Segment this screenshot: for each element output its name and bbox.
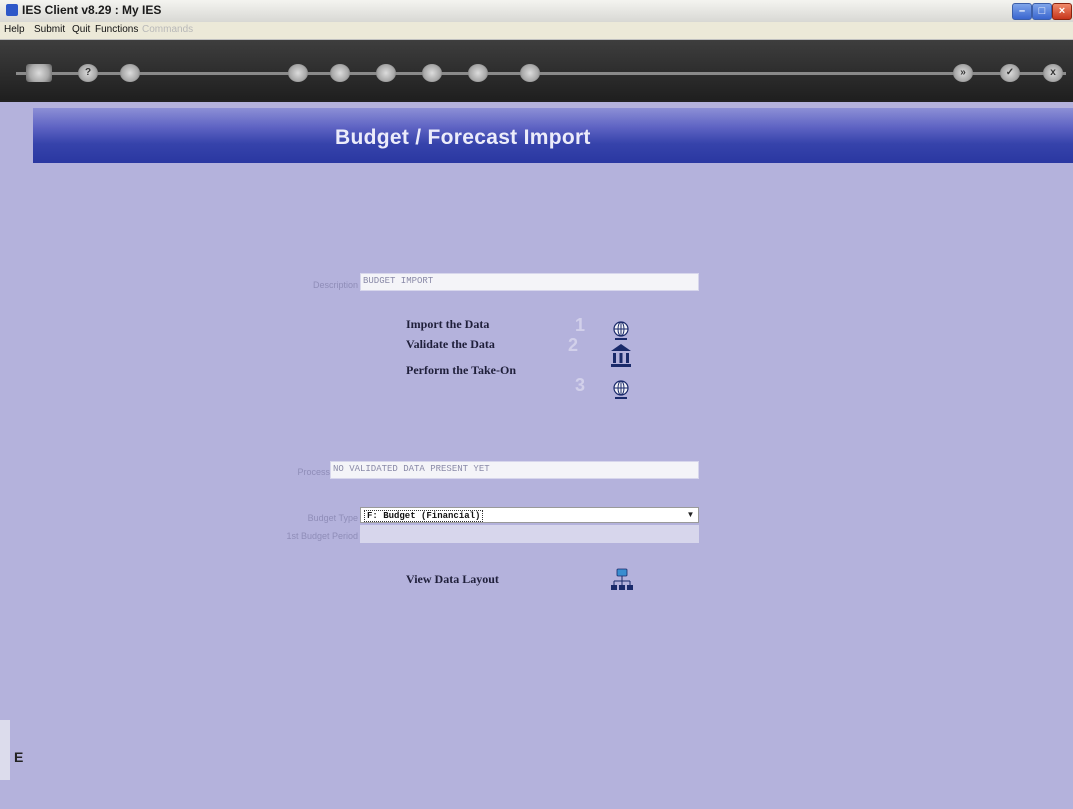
maximize-button[interactable]: □: [1032, 3, 1052, 20]
budget-type-value: F: Budget (Financial): [364, 510, 484, 522]
key-icon[interactable]: [26, 64, 52, 82]
toolbar-rail: [16, 72, 1066, 75]
first-period-label: 1st Budget Period: [286, 531, 358, 541]
window-title: IES Client v8.29 : My IES: [22, 3, 162, 17]
footer-glyph: E: [14, 749, 24, 765]
title-bar: IES Client v8.29 : My IES – □ ×: [0, 0, 1073, 23]
skip-icon[interactable]: »: [953, 64, 973, 82]
up-icon[interactable]: [468, 64, 488, 82]
accept-icon[interactable]: ✓: [1000, 64, 1020, 82]
step-number-3: 3: [575, 375, 586, 395]
budget-type-label: Budget Type: [307, 513, 358, 523]
help-icon[interactable]: ?: [78, 64, 98, 82]
forward-icon[interactable]: [422, 64, 442, 82]
menu-functions[interactable]: Functions: [95, 24, 138, 35]
menu-bar: Help Submit Quit Functions Commands: [0, 22, 1073, 40]
page-title: Budget / Forecast Import: [335, 126, 591, 149]
heart-icon[interactable]: [288, 64, 308, 82]
stop-icon[interactable]: [520, 64, 540, 82]
validate-data-button[interactable]: Validate the Data: [406, 337, 495, 352]
minimize-button[interactable]: –: [1012, 3, 1032, 20]
menu-commands[interactable]: Commands: [142, 24, 193, 35]
chevron-down-icon[interactable]: ▼: [684, 509, 697, 521]
description-field[interactable]: BUDGET IMPORT: [360, 273, 699, 291]
menu-submit[interactable]: Submit: [34, 24, 65, 35]
globe-icon[interactable]: [612, 379, 630, 401]
app-window: IES Client v8.29 : My IES – □ × Help Sub…: [0, 0, 1073, 809]
step-number-2: 2: [568, 335, 579, 355]
search-icon[interactable]: [120, 64, 140, 82]
toolbar: ? » ✓ x: [0, 40, 1073, 102]
side-panel-tab[interactable]: [0, 720, 10, 780]
hierarchy-icon[interactable]: [610, 568, 634, 592]
refresh-icon[interactable]: [330, 64, 350, 82]
first-period-field[interactable]: [360, 525, 699, 543]
view-data-layout-button[interactable]: View Data Layout: [406, 572, 499, 587]
menu-quit[interactable]: Quit: [72, 24, 90, 35]
app-icon: [6, 4, 18, 16]
budget-type-select[interactable]: F: Budget (Financial) ▼: [360, 507, 699, 523]
globe-icon[interactable]: [612, 320, 630, 342]
step-number-1: 1: [575, 315, 586, 335]
menu-help[interactable]: Help: [4, 24, 25, 35]
back-icon[interactable]: [376, 64, 396, 82]
import-data-button[interactable]: Import the Data: [406, 317, 489, 332]
process-status-field: NO VALIDATED DATA PRESENT YET: [330, 461, 699, 479]
close-button[interactable]: ×: [1052, 3, 1072, 20]
description-label: Description: [312, 280, 358, 290]
perform-take-on-button[interactable]: Perform the Take-On: [406, 363, 516, 378]
cancel-icon[interactable]: x: [1043, 64, 1063, 82]
bank-icon[interactable]: [610, 343, 632, 369]
